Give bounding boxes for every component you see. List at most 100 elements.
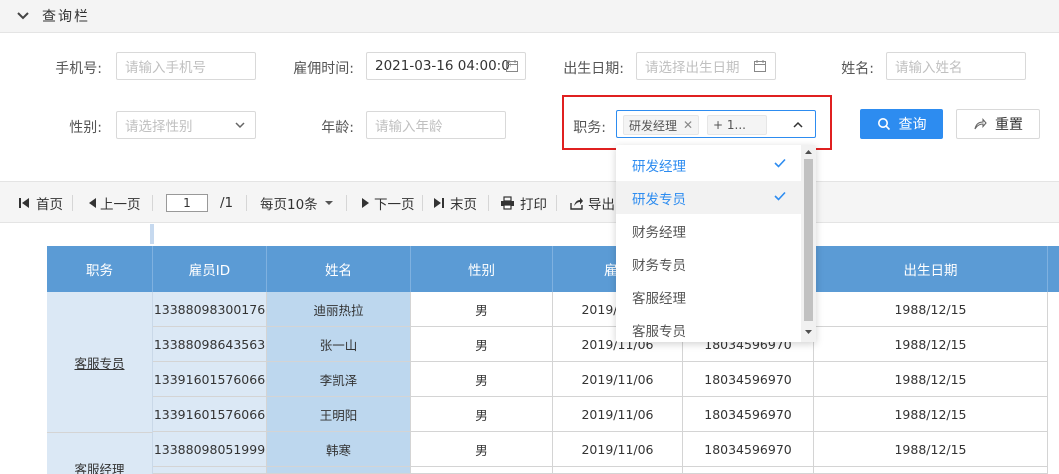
scroll-thumb[interactable] xyxy=(804,159,813,321)
chevron-down-icon xyxy=(235,122,245,129)
cell-name: 李凯泽 xyxy=(267,362,411,397)
dropdown-option[interactable]: 财务经理 xyxy=(616,214,801,247)
position-tag[interactable]: 研发经理 ✕ xyxy=(623,115,700,135)
prev-page-label: 上一页 xyxy=(100,197,141,213)
header-birth-date[interactable]: 出生日期 xyxy=(814,246,1048,292)
prev-page-button[interactable]: 上一页 xyxy=(86,182,141,224)
cell-name: 韩寒 xyxy=(267,432,411,467)
cell-phone: 18034596970 xyxy=(683,432,814,467)
gender-select[interactable]: 请选择性别 xyxy=(116,111,256,139)
toolbar-divider xyxy=(346,195,347,211)
dropdown-scrollbar[interactable] xyxy=(801,145,816,342)
header-position[interactable]: 职务 xyxy=(47,246,153,292)
chevron-down-icon xyxy=(17,12,29,20)
close-icon[interactable]: ✕ xyxy=(683,118,693,132)
age-input[interactable]: 请输入年龄 xyxy=(366,111,506,139)
hire-time-input[interactable]: 2021-03-16 04:00:00 xyxy=(366,52,526,80)
reset-button[interactable]: 重置 xyxy=(956,109,1040,139)
print-label: 打印 xyxy=(520,197,547,213)
export-button[interactable]: 导出 xyxy=(570,182,615,224)
scroll-up-icon[interactable] xyxy=(804,148,813,156)
first-page-icon xyxy=(19,198,29,208)
age-label: 年龄: xyxy=(321,120,354,136)
cell-birth-date: 1988/12/15 xyxy=(814,362,1048,397)
name-input[interactable]: 请输入姓名 xyxy=(886,52,1026,80)
page-size-select[interactable]: 每页10条 xyxy=(260,182,334,224)
cell-phone: 18034596970 xyxy=(683,397,814,432)
page-size-label: 每页10条 xyxy=(260,197,318,213)
position-multiselect[interactable]: 研发经理 ✕ + 1... xyxy=(616,110,816,138)
share-icon xyxy=(974,118,987,130)
birth-date-label: 出生日期: xyxy=(563,61,624,77)
toolbar-divider xyxy=(422,195,423,211)
position-tag-label: 研发经理 xyxy=(629,118,678,133)
header-name[interactable]: 姓名 xyxy=(267,246,411,292)
group-label[interactable]: 客服经理 xyxy=(74,459,124,474)
caret-down-icon xyxy=(324,201,333,205)
check-icon xyxy=(774,191,786,201)
cell-hire-date: 2019/11/06 xyxy=(553,432,683,467)
age-placeholder: 请输入年龄 xyxy=(375,119,443,135)
group-cell: 客服经理 xyxy=(47,433,153,474)
toolbar-divider xyxy=(556,195,557,211)
toolbar-divider xyxy=(152,195,153,211)
name-placeholder: 请输入姓名 xyxy=(895,60,963,76)
cell-gender: 男 xyxy=(411,327,553,362)
next-page-button[interactable]: 下一页 xyxy=(360,182,415,224)
dropdown-option-label: 财务专员 xyxy=(632,257,686,274)
query-button-label: 查询 xyxy=(898,117,927,133)
cell-hire-date: 2019/11/06 xyxy=(553,397,683,432)
cell-hire-date xyxy=(553,467,683,474)
dropdown-option[interactable]: 客服专员 xyxy=(616,313,801,342)
header-gender[interactable]: 性别 xyxy=(411,246,553,292)
group-cell: 客服专员 xyxy=(47,292,153,433)
header-extra xyxy=(1048,246,1059,292)
cell-birth-date: 1988/12/15 xyxy=(814,432,1048,467)
dropdown-option-label: 客服专员 xyxy=(632,323,686,340)
phone-label: 手机号: xyxy=(55,61,102,77)
dropdown-option-label: 财务经理 xyxy=(632,224,686,241)
print-button[interactable]: 打印 xyxy=(500,182,547,224)
dropdown-option[interactable]: 财务专员 xyxy=(616,247,801,280)
cell-birth-date: 1988/12/15 xyxy=(814,327,1048,362)
dropdown-option-label: 研发经理 xyxy=(632,158,686,175)
dropdown-option[interactable]: 研发专员 xyxy=(616,181,801,214)
phone-placeholder: 请输入手机号 xyxy=(125,60,206,76)
query-button[interactable]: 查询 xyxy=(860,109,943,139)
phone-input[interactable]: 请输入手机号 xyxy=(116,52,256,80)
cell-employee-id: 13388098300176 xyxy=(153,292,267,327)
last-page-label: 末页 xyxy=(450,197,477,213)
calendar-icon xyxy=(754,60,766,72)
cell-name: 王明阳 xyxy=(267,397,411,432)
next-page-icon xyxy=(362,198,369,208)
prev-page-icon xyxy=(89,198,96,208)
group-label[interactable]: 客服专员 xyxy=(74,353,124,372)
gender-placeholder: 请选择性别 xyxy=(125,119,193,135)
hire-time-value: 2021-03-16 04:00:00 xyxy=(375,58,511,74)
cell-phone xyxy=(683,467,814,474)
search-icon xyxy=(877,118,890,131)
birth-date-input[interactable]: 请选择出生日期 xyxy=(636,52,776,80)
position-tag-more: + 1... xyxy=(707,115,767,135)
last-page-button[interactable]: 末页 xyxy=(432,182,477,224)
position-tag-more-label: + 1... xyxy=(713,118,746,132)
position-label: 职务: xyxy=(573,120,606,136)
first-page-button[interactable]: 首页 xyxy=(18,182,63,224)
toolbar-divider xyxy=(72,195,73,211)
calendar-icon xyxy=(506,60,518,72)
page-number-input[interactable]: 1 xyxy=(166,194,208,212)
next-page-label: 下一页 xyxy=(374,197,415,213)
cell-gender xyxy=(411,467,553,474)
page-total: /1 xyxy=(220,195,234,211)
cell-birth-date: 1988/12/15 xyxy=(814,397,1048,432)
last-page-icon xyxy=(434,198,444,208)
dropdown-option[interactable]: 研发经理 xyxy=(616,148,801,181)
scroll-down-icon[interactable] xyxy=(804,328,813,336)
dropdown-option-label: 研发专员 xyxy=(632,191,686,208)
query-bar-header[interactable]: 查询栏 xyxy=(0,0,1059,33)
printer-icon xyxy=(501,196,514,210)
header-employee-id[interactable]: 雇员ID xyxy=(153,246,267,292)
chevron-up-icon xyxy=(793,121,803,128)
cell-employee-id: 13388098051999 xyxy=(153,432,267,467)
dropdown-option[interactable]: 客服经理 xyxy=(616,280,801,313)
